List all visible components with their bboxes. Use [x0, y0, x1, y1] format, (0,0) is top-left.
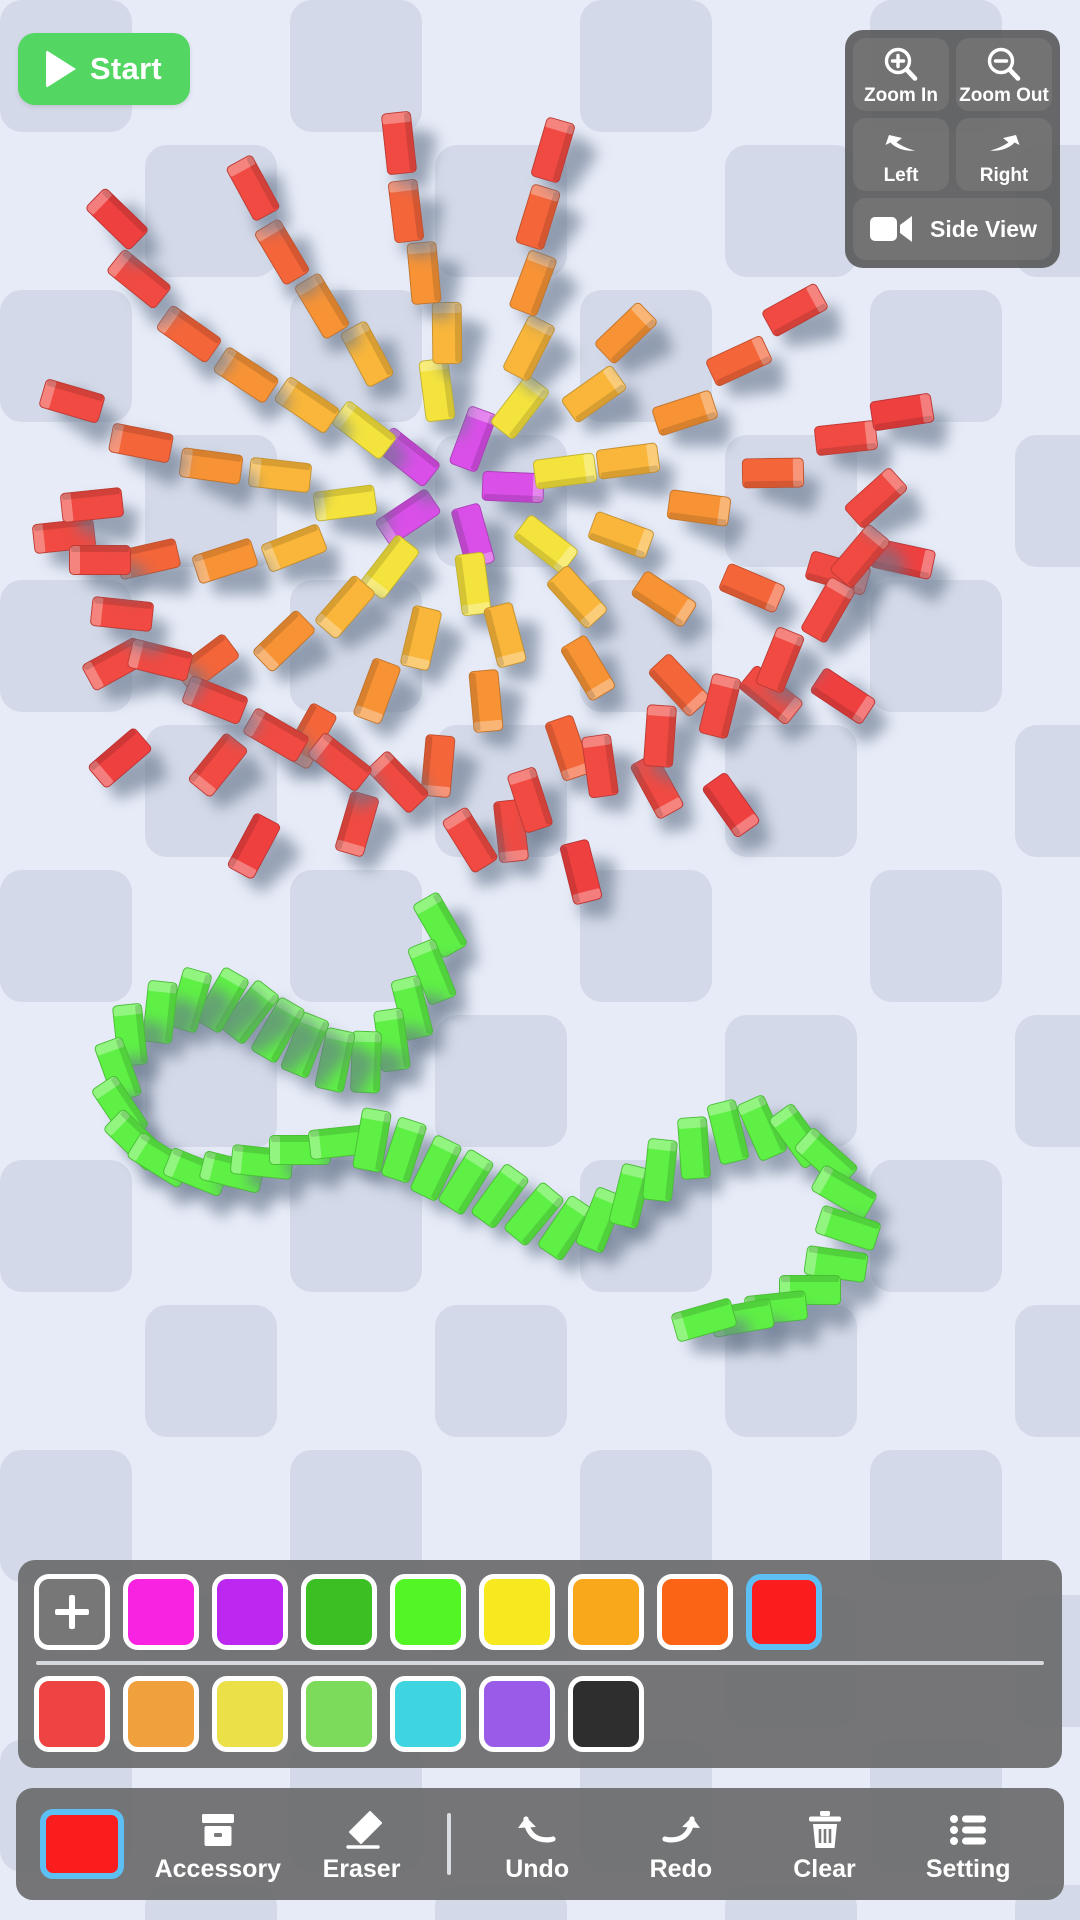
color-swatch-green[interactable] — [301, 1574, 377, 1650]
color-swatch-violet[interactable] — [212, 1574, 288, 1650]
clear-label: Clear — [793, 1854, 856, 1883]
undo-arrow-icon — [518, 1815, 556, 1842]
color-swatch-soft-green[interactable] — [301, 1676, 377, 1752]
domino[interactable] — [482, 600, 527, 669]
domino[interactable] — [178, 446, 244, 485]
clear-button[interactable]: Clear — [753, 1788, 897, 1900]
setting-label: Setting — [925, 1854, 1011, 1883]
zoom-in-label: Zoom In — [864, 84, 938, 106]
domino[interactable] — [380, 110, 418, 176]
color-swatch-yellow[interactable] — [479, 1574, 555, 1650]
domino[interactable] — [69, 545, 131, 575]
domino[interactable] — [666, 489, 732, 528]
eraser-button[interactable]: Eraser — [290, 1788, 434, 1900]
color-swatch-magenta[interactable] — [123, 1574, 199, 1650]
domino[interactable] — [107, 421, 175, 464]
bottom-toolbar[interactable]: Accessory Eraser Undo Redo Clear Setting — [16, 1788, 1064, 1900]
redo-label: Redo — [649, 1854, 713, 1883]
domino[interactable] — [467, 668, 504, 734]
accessory-button[interactable]: Accessory — [146, 1788, 290, 1900]
rotate-left-button[interactable]: Left — [853, 118, 949, 191]
redo-arrow-icon — [662, 1815, 700, 1842]
eraser-icon — [345, 1810, 382, 1849]
domino[interactable] — [248, 457, 313, 494]
undo-label: Undo — [505, 1854, 570, 1883]
camera-control-panel[interactable]: Zoom In Zoom Out Left Right Side View — [845, 30, 1060, 268]
redo-button[interactable]: Redo — [609, 1788, 753, 1900]
color-swatch-soft-orange[interactable] — [123, 1676, 199, 1752]
color-swatch-red[interactable] — [746, 1574, 822, 1650]
color-swatch-soft-yellow[interactable] — [212, 1676, 288, 1752]
rotate-right-icon — [990, 134, 1020, 151]
color-swatch-soft-purple[interactable] — [479, 1676, 555, 1752]
palette-row-secondary[interactable] — [34, 1676, 1046, 1752]
video-camera-icon — [870, 216, 913, 242]
rotate-left-icon — [885, 134, 915, 151]
eraser-label: Eraser — [322, 1854, 401, 1883]
magnifier-minus-icon — [987, 47, 1021, 81]
zoom-in-button[interactable]: Zoom In — [853, 38, 949, 111]
start-button[interactable]: Start — [18, 33, 190, 105]
list-icon — [950, 1814, 987, 1845]
current-color-swatch[interactable] — [40, 1809, 124, 1879]
undo-button[interactable]: Undo — [465, 1788, 609, 1900]
accessory-label: Accessory — [154, 1854, 282, 1883]
rotate-right-label: Right — [979, 164, 1029, 186]
start-button-label: Start — [89, 51, 163, 86]
domino[interactable] — [89, 595, 155, 633]
rotate-right-button[interactable]: Right — [956, 118, 1052, 191]
palette-row-primary[interactable] — [34, 1574, 1046, 1650]
domino[interactable] — [676, 1116, 712, 1180]
color-swatch-orange[interactable] — [657, 1574, 733, 1650]
color-swatch-cyan[interactable] — [390, 1676, 466, 1752]
color-palette-panel[interactable] — [18, 1560, 1062, 1768]
color-swatch-amber[interactable] — [568, 1574, 644, 1650]
side-view-label: Side View — [930, 215, 1037, 242]
zoom-out-button[interactable]: Zoom Out — [956, 38, 1052, 111]
magnifier-plus-icon — [884, 47, 918, 81]
setting-button[interactable]: Setting — [896, 1788, 1040, 1900]
zoom-out-label: Zoom Out — [959, 84, 1049, 106]
domino[interactable] — [642, 704, 678, 768]
side-view-button[interactable]: Side View — [853, 198, 1052, 260]
rotate-left-label: Left — [883, 164, 919, 186]
box-icon — [201, 1813, 234, 1846]
domino[interactable] — [741, 457, 804, 489]
color-swatch-black[interactable] — [568, 1676, 644, 1752]
play-icon — [45, 50, 76, 88]
domino[interactable] — [813, 419, 879, 456]
add-color-button[interactable] — [34, 1574, 110, 1650]
color-swatch-bright-green[interactable] — [390, 1574, 466, 1650]
toolbar-divider — [447, 1813, 452, 1875]
palette-divider — [36, 1661, 1044, 1665]
color-swatch-soft-red[interactable] — [34, 1676, 110, 1752]
trash-icon — [808, 1810, 841, 1848]
